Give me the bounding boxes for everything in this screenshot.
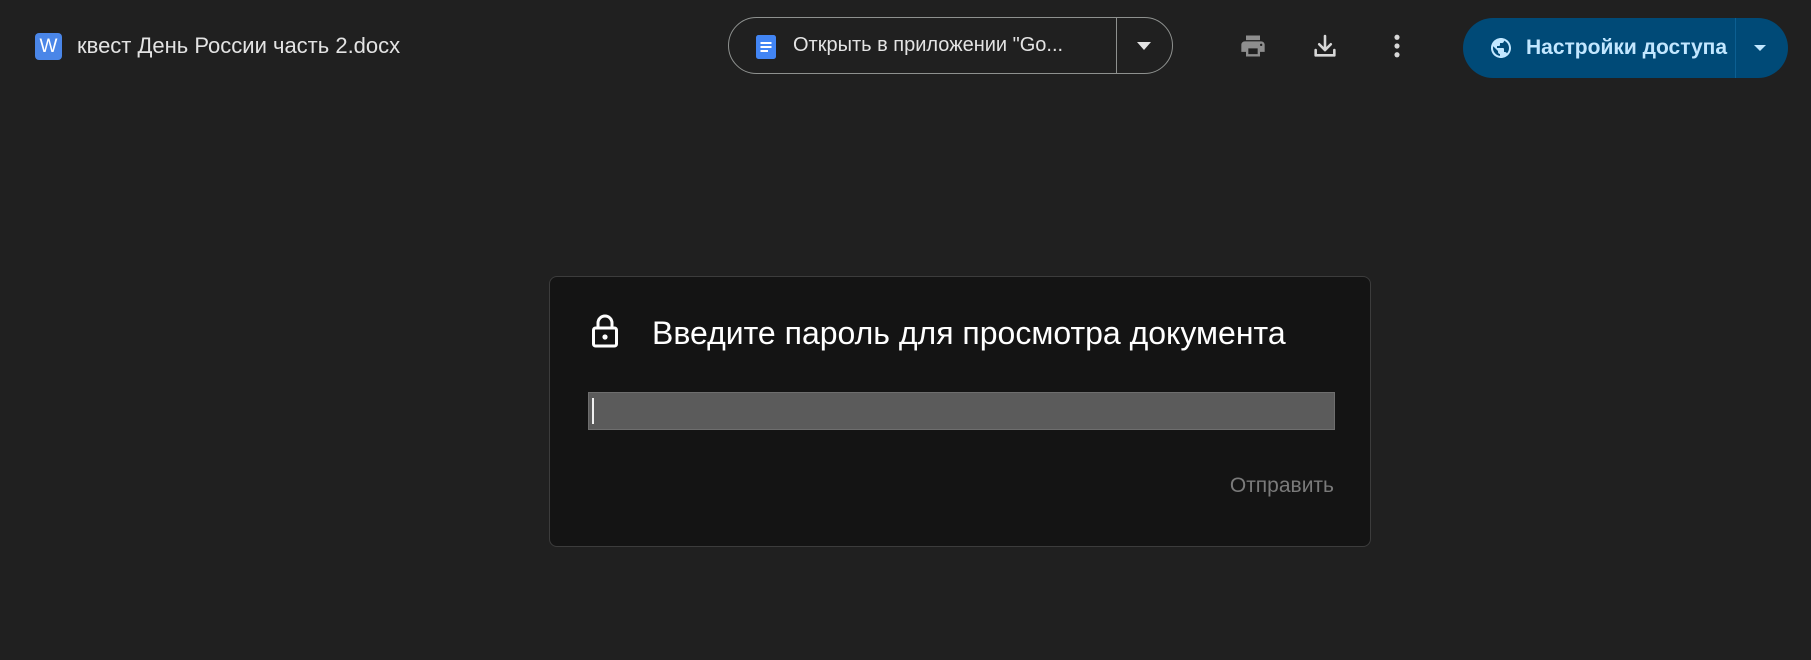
- globe-icon: [1489, 36, 1513, 65]
- share-dropdown-button[interactable]: [1736, 18, 1788, 78]
- open-with-button[interactable]: Открыть в приложении "Go...: [729, 18, 1117, 73]
- more-options-button[interactable]: [1375, 24, 1419, 68]
- lock-icon: [590, 313, 620, 354]
- caret-down-icon: [1754, 45, 1766, 51]
- google-docs-icon: [756, 35, 776, 64]
- submit-button[interactable]: Отправить: [1230, 473, 1334, 499]
- password-input[interactable]: [588, 392, 1335, 430]
- download-button[interactable]: [1303, 24, 1347, 68]
- download-icon: [1314, 34, 1336, 57]
- print-button[interactable]: [1231, 24, 1275, 68]
- document-title: квест День России часть 2.docx: [77, 33, 401, 58]
- open-with-label: Открыть в приложении "Go...: [793, 34, 1064, 56]
- word-file-icon: W: [35, 33, 62, 60]
- dialog-title: Введите пароль для просмотра документа: [652, 315, 1286, 351]
- share-settings-button[interactable]: Настройки доступа: [1463, 18, 1735, 78]
- share-settings-label: Настройки доступа: [1526, 36, 1728, 59]
- share-button-group: Настройки доступа: [1463, 18, 1788, 78]
- more-vert-icon: [1394, 34, 1400, 58]
- caret-down-icon: [1137, 42, 1151, 50]
- text-cursor: [592, 398, 594, 424]
- open-with-button-group: Открыть в приложении "Go...: [728, 17, 1173, 74]
- print-icon: [1241, 35, 1265, 57]
- open-with-dropdown-button[interactable]: [1117, 18, 1172, 73]
- password-dialog: Введите пароль для просмотра документа О…: [549, 276, 1371, 547]
